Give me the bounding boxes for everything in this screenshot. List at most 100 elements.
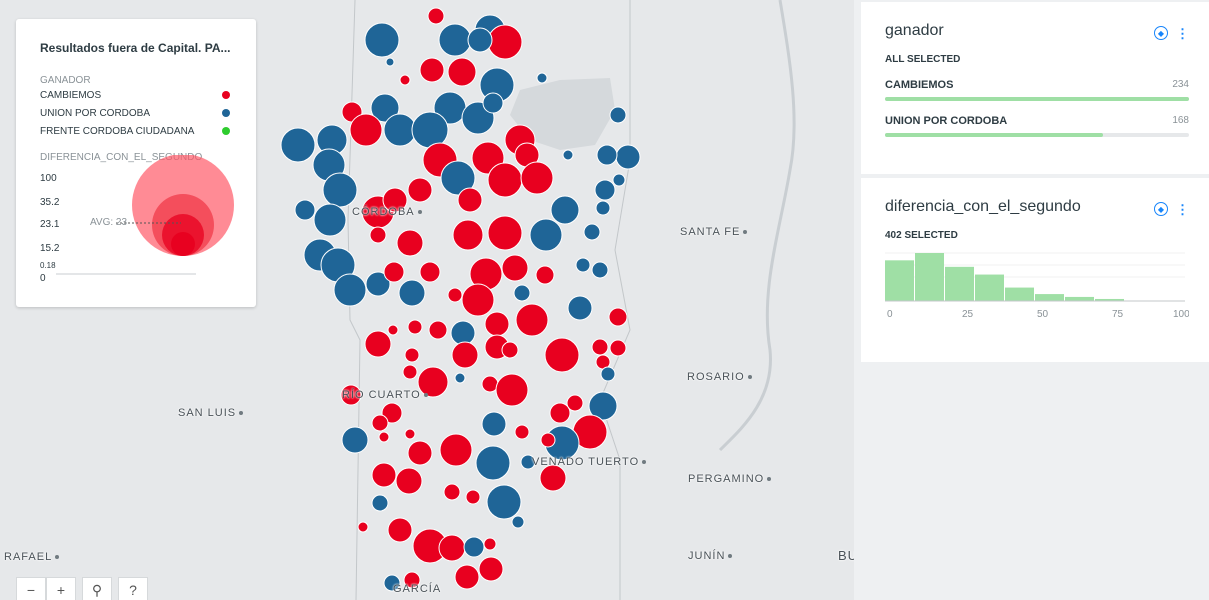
map-marker-cambiemos xyxy=(447,57,477,87)
map-marker-cambiemos xyxy=(407,440,433,466)
map-marker-union xyxy=(513,284,531,302)
map-marker-union xyxy=(562,149,574,161)
map-marker-union xyxy=(322,172,358,208)
map-marker-cambiemos xyxy=(438,534,466,562)
histogram-bar xyxy=(975,274,1004,301)
map-marker-cambiemos xyxy=(357,521,369,533)
color-drop-icon[interactable]: ◆ xyxy=(1154,26,1168,40)
size-tick: 0.18 xyxy=(40,261,56,270)
category-item-cambiemos[interactable]: CAMBIEMOS 234 xyxy=(885,79,1189,101)
map-marker-union xyxy=(536,72,548,84)
map-marker-cambiemos xyxy=(549,402,571,424)
map-marker-union xyxy=(583,223,601,241)
map-marker-cambiemos xyxy=(495,373,529,407)
zoom-out-button[interactable]: − xyxy=(16,577,46,600)
map-marker-union xyxy=(341,426,369,454)
more-options-icon[interactable]: ⋮ xyxy=(1176,27,1189,40)
map-marker-union xyxy=(280,127,316,163)
map-marker-cambiemos xyxy=(452,219,484,251)
map-marker-cambiemos xyxy=(387,324,399,336)
map-marker-union xyxy=(333,273,367,307)
map-marker-cambiemos xyxy=(461,283,495,317)
map-marker-cambiemos xyxy=(419,57,445,83)
city-label-pergamino: PERGAMINO xyxy=(688,473,772,485)
map-marker-union xyxy=(609,106,627,124)
map-marker-cambiemos xyxy=(419,261,441,283)
city-label-rafael: RAFAEL xyxy=(4,551,60,563)
swatch-union xyxy=(222,109,230,117)
map-marker-cambiemos xyxy=(349,113,383,147)
city-label-rosario: ROSARIO xyxy=(687,371,752,383)
size-tick: 15.2 xyxy=(40,243,60,254)
map-marker-cambiemos xyxy=(501,254,529,282)
map-marker-cambiemos xyxy=(404,428,416,440)
map-marker-union xyxy=(438,23,472,57)
map-marker-cambiemos xyxy=(447,287,463,303)
map-marker-union xyxy=(383,113,417,147)
city-label-rio-cuarto: RÍO CUARTO xyxy=(342,389,428,401)
map-marker-cambiemos xyxy=(427,7,445,25)
axis-tick-label: 50 xyxy=(1037,309,1049,320)
map-marker-union xyxy=(595,200,611,216)
map-marker-union xyxy=(511,515,525,529)
map-marker-union xyxy=(550,195,580,225)
map-marker-cambiemos xyxy=(454,564,480,590)
bubble-15 xyxy=(171,232,195,256)
zoom-in-button[interactable]: + xyxy=(46,577,76,600)
map-marker-cambiemos xyxy=(465,489,481,505)
legend-item: FRENTE CORDOBA CIUDADANA xyxy=(40,122,232,140)
size-tick: 100 xyxy=(40,173,57,184)
widget-diferencia: diferencia_con_el_segundo ◆ ⋮ 402 SELECT… xyxy=(861,178,1209,362)
map-marker-cambiemos xyxy=(404,347,420,363)
map-marker-cambiemos xyxy=(539,464,567,492)
legend-title: Resultados fuera de Capital. PA... xyxy=(40,41,231,55)
axis-tick-label: 25 xyxy=(962,309,974,320)
map-marker-cambiemos xyxy=(608,307,628,327)
axis-tick-label: 0 xyxy=(887,309,893,320)
map-marker-union xyxy=(615,144,641,170)
map-marker-cambiemos xyxy=(369,226,387,244)
map-marker-cambiemos xyxy=(396,229,424,257)
map-marker-cambiemos xyxy=(387,517,413,543)
widget-title: ganador xyxy=(885,22,944,39)
map-marker-union xyxy=(529,218,563,252)
map-marker-union xyxy=(371,494,389,512)
map-marker-cambiemos xyxy=(407,177,433,203)
map-marker-cambiemos xyxy=(478,556,504,582)
map-marker-cambiemos xyxy=(609,339,627,357)
map-marker-cambiemos xyxy=(591,338,609,356)
search-icon[interactable]: ⚲ xyxy=(82,577,112,600)
widgets-panel: ganador ◆ ⋮ ALL SELECTED CAMBIEMOS 234 UN… xyxy=(861,2,1209,362)
map-marker-cambiemos xyxy=(540,432,556,448)
map-marker-cambiemos xyxy=(520,161,554,195)
map-marker-cambiemos xyxy=(457,187,483,213)
city-label-garcia: GARCÍA xyxy=(393,583,442,595)
avg-label: AVG: 23 xyxy=(90,217,128,228)
map-marker-union xyxy=(612,173,626,187)
category-item-union[interactable]: UNION POR CORDOBA 168 xyxy=(885,115,1189,137)
map-marker-union xyxy=(411,111,449,149)
map-marker-cambiemos xyxy=(487,215,523,251)
city-label-cordoba: CÓRDOBA xyxy=(352,206,422,218)
color-drop-icon[interactable]: ◆ xyxy=(1154,202,1168,216)
map-marker-cambiemos xyxy=(451,341,479,369)
map-marker-cambiemos xyxy=(383,261,405,283)
map-marker-cambiemos xyxy=(378,431,390,443)
selection-status: ALL SELECTED xyxy=(885,54,961,65)
map-marker-cambiemos xyxy=(483,537,497,551)
legend-item: UNION POR CORDOBA xyxy=(40,104,232,122)
histogram[interactable]: 0 25 50 75 100 xyxy=(885,251,1189,325)
map-marker-cambiemos xyxy=(428,320,448,340)
map-marker-cambiemos xyxy=(371,462,397,488)
map-canvas[interactable]: CÓRDOBA SANTA FE ROSARIO RÍO CUARTO SAN … xyxy=(0,0,854,600)
category-fill xyxy=(885,97,1189,101)
map-marker-union xyxy=(313,203,347,237)
map-marker-cambiemos xyxy=(439,433,473,467)
map-marker-union xyxy=(364,22,400,58)
map-marker-union xyxy=(467,27,493,53)
city-label-san-luis: SAN LUIS xyxy=(178,407,244,419)
map-marker-union xyxy=(567,295,593,321)
map-marker-cambiemos xyxy=(501,341,519,359)
more-options-icon[interactable]: ⋮ xyxy=(1176,203,1189,216)
help-button[interactable]: ? xyxy=(118,577,148,600)
